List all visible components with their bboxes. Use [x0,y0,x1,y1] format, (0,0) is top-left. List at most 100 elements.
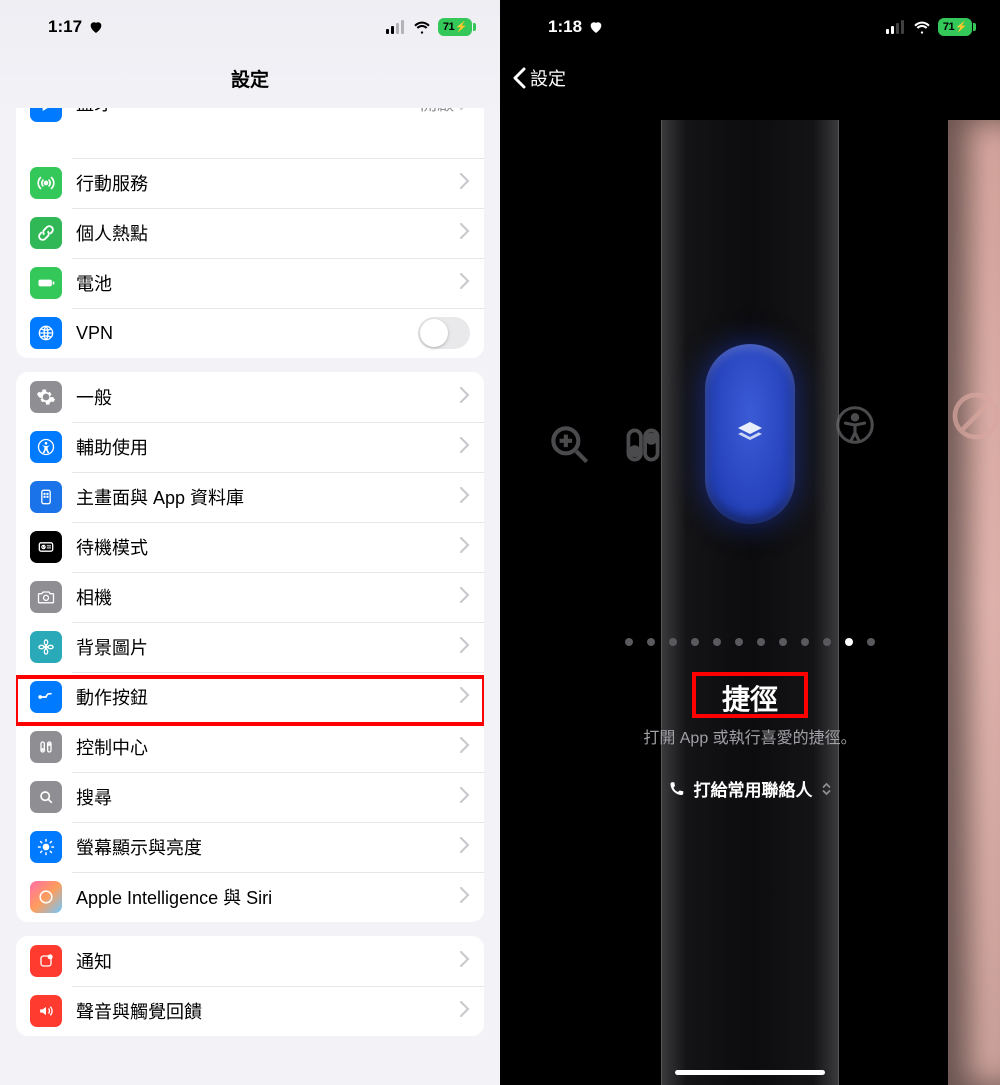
no-action-option-icon[interactable] [948,388,1000,444]
status-time: 1:18 [548,17,582,37]
sliders-icon [30,731,62,763]
settings-row-notifications[interactable]: 通知 [16,936,484,986]
back-button[interactable]: 設定 [500,54,1000,102]
row-label: 聲音與觸覺回饋 [76,998,460,1024]
chevron-right-icon [460,537,470,558]
shortcut-selector[interactable]: 打給常用聯絡人 [660,770,841,807]
heart-icon [588,19,604,35]
row-label: 藍牙 [76,108,420,116]
chevron-right-icon [460,273,470,294]
action-option-description: 打開 App 或執行喜愛的捷徑。 [500,724,1000,748]
settings-row-sounds[interactable]: 聲音與觸覺回饋 [16,986,484,1036]
chevron-right-icon [460,887,470,908]
settings-group-general: 一般 輔助使用 主畫面與 App 資料庫 [16,372,484,922]
chevron-right-icon [460,108,470,115]
row-label: 通知 [76,948,460,974]
row-label: 控制中心 [76,734,460,760]
phone-side-render [661,120,839,1085]
heart-icon [88,19,104,35]
row-label: 搜尋 [76,784,460,810]
pagination-dot[interactable] [647,638,655,646]
antenna-icon [30,167,62,199]
brightness-icon [30,831,62,863]
settings-row-search[interactable]: 搜尋 [16,772,484,822]
wifi-icon [412,19,432,35]
pagination-dot[interactable] [801,638,809,646]
settings-row-general[interactable]: 一般 [16,372,484,422]
accessibility-option-icon[interactable] [832,400,878,450]
pagination-dot[interactable] [867,638,875,646]
chevron-left-icon [512,67,526,89]
status-bar: 1:17 71⚡ [0,0,500,54]
siri-icon [30,881,62,913]
settings-row-homescreen[interactable]: 主畫面與 App 資料庫 [16,472,484,522]
settings-row-display[interactable]: 螢幕顯示與亮度 [16,822,484,872]
pagination-dot[interactable] [757,638,765,646]
pagination-dot[interactable] [823,638,831,646]
status-time: 1:17 [48,17,82,37]
chevron-right-icon [460,737,470,758]
globe-icon [30,317,62,349]
row-label: 背景圖片 [76,634,460,660]
link-icon [30,217,62,249]
vpn-toggle[interactable] [418,317,470,349]
flower-icon [30,631,62,663]
chevron-right-icon [460,637,470,658]
settings-group-alerts: 通知 聲音與觸覺回饋 [16,936,484,1036]
sound-icon [30,995,62,1027]
pagination-dot[interactable] [625,638,633,646]
row-label: 行動服務 [76,170,460,196]
settings-row-vpn[interactable]: VPN [16,308,484,358]
chevron-right-icon [460,1001,470,1022]
action-button-icon [30,681,62,713]
settings-row-action-button[interactable]: 動作按鈕 [16,672,484,722]
settings-row-truncated[interactable]: 藍牙 開啟 [16,108,484,158]
pagination-dot[interactable] [779,638,787,646]
action-button-config-screen: 捷徑 打開 App 或執行喜愛的捷徑。 打給常用聯絡人 1:18 71⚡ 設定 [500,0,1000,1085]
page-title: 設定 [0,54,500,102]
row-label: VPN [76,323,418,344]
row-label: 相機 [76,584,460,610]
bell-icon [30,945,62,977]
settings-row-control-center[interactable]: 控制中心 [16,722,484,772]
accessibility-icon [30,431,62,463]
play-icon [30,108,62,122]
pagination-dots[interactable] [500,638,1000,646]
status-bar: 1:18 71⚡ [500,0,1000,54]
wifi-icon [912,19,932,35]
chevron-updown-icon [821,781,833,797]
action-option-title: 捷徑 [500,678,1000,718]
magnifier-option-icon[interactable] [545,420,595,470]
shortcut-layers-icon [732,416,768,452]
settings-row-siri[interactable]: Apple Intelligence 與 Siri [16,872,484,922]
settings-row-wallpaper[interactable]: 背景圖片 [16,622,484,672]
pagination-dot[interactable] [691,638,699,646]
settings-row-battery[interactable]: 電池 [16,258,484,308]
standby-icon [30,531,62,563]
settings-row-accessibility[interactable]: 輔助使用 [16,422,484,472]
battery-indicator: 71⚡ [438,18,472,36]
chevron-right-icon [460,587,470,608]
row-label: Apple Intelligence 與 Siri [76,884,460,910]
search-icon [30,781,62,813]
chevron-right-icon [460,437,470,458]
row-label: 個人熱點 [76,220,460,246]
settings-row-camera[interactable]: 相機 [16,572,484,622]
settings-screen: 1:17 71⚡ 設定 藍牙 開啟 [0,0,500,1085]
settings-row-standby[interactable]: 待機模式 [16,522,484,572]
chevron-right-icon [460,837,470,858]
home-indicator[interactable] [675,1070,825,1075]
pagination-dot[interactable] [735,638,743,646]
settings-row-cellular[interactable]: 行動服務 [16,158,484,208]
row-label: 待機模式 [76,534,460,560]
chevron-right-icon [460,487,470,508]
back-label: 設定 [530,65,566,91]
pagination-dot[interactable] [713,638,721,646]
home-apps-icon [30,481,62,513]
chevron-right-icon [460,223,470,244]
pagination-dot[interactable] [669,638,677,646]
row-label: 輔助使用 [76,434,460,460]
settings-row-hotspot[interactable]: 個人熱點 [16,208,484,258]
controls-option-icon[interactable] [618,420,668,470]
pagination-dot[interactable] [845,638,853,646]
